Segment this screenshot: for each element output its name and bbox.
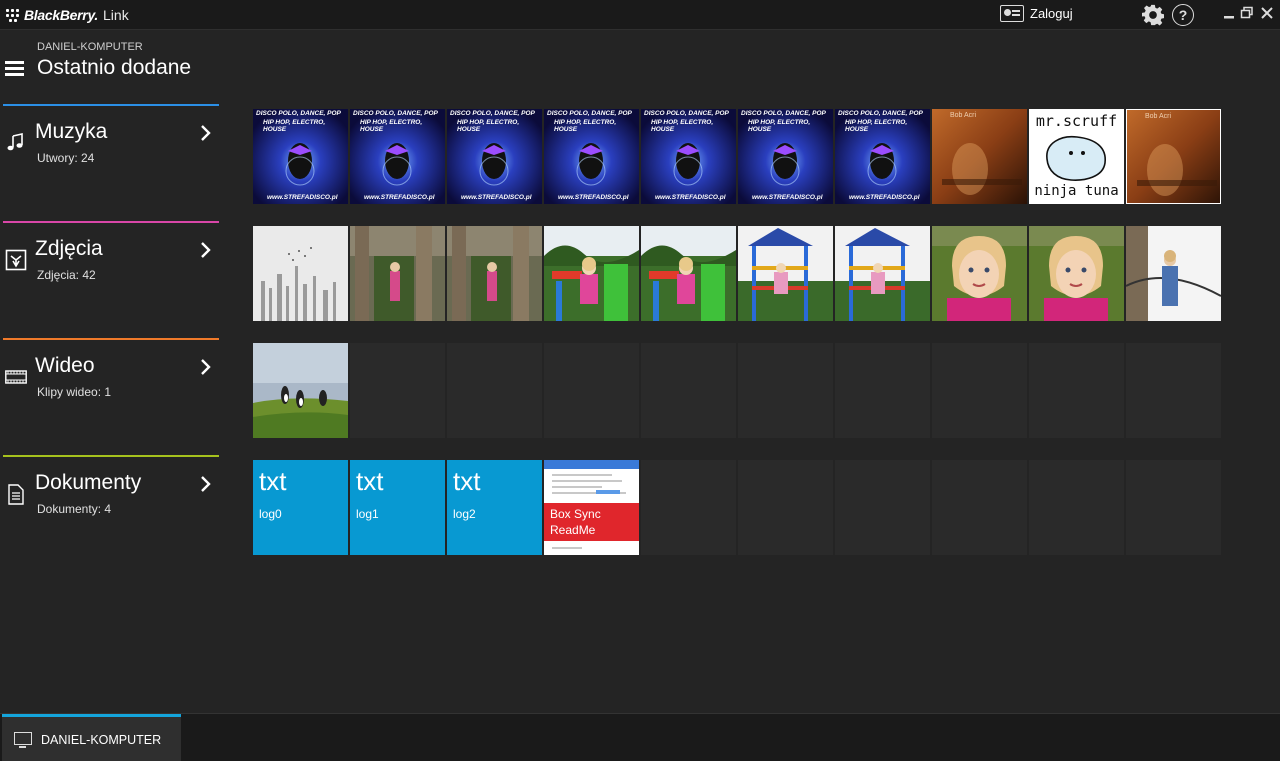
device-name: DANIEL-KOMPUTER [37,41,143,53]
document-icon [8,484,24,505]
photo-thumbnail[interactable] [641,226,736,321]
photo-thumbnail[interactable] [1029,226,1124,321]
category-accent-line [3,221,219,223]
category-music[interactable]: Muzyka Utwory: 24 [3,104,219,194]
album-cover[interactable]: Bob Acri [1126,109,1221,204]
page-title: Ostatnio dodane [37,56,192,79]
chevron-right-icon[interactable] [199,241,213,259]
photo-thumbnail[interactable] [447,226,542,321]
album-cover[interactable]: DISCO POLO, DANCE, POP HIP HOP, ELECTRO,… [738,109,833,204]
photo-icon [5,249,27,271]
brand-name: BlackBerry. [24,7,99,23]
category-videos[interactable]: Wideo Klipy wideo: 1 [3,338,219,428]
gear-icon[interactable] [1142,4,1164,26]
device-bar: DANIEL-KOMPUTER [0,713,1280,761]
photo-thumbnail[interactable] [350,226,445,321]
document-extension: txt [259,466,287,496]
photo-thumbnail[interactable] [932,226,1027,321]
album-cover[interactable]: DISCO POLO, DANCE, POP HIP HOP, ELECTRO,… [253,109,348,204]
empty-slot [835,343,930,438]
chevron-right-icon[interactable] [199,124,213,142]
video-thumbnail[interactable] [253,343,348,438]
empty-slot [738,343,833,438]
document-tile[interactable]: txt log1 [350,460,445,555]
empty-slot [641,343,736,438]
document-tile[interactable]: txt log2 [447,460,542,555]
photo-thumbnail[interactable] [1126,226,1221,321]
music-note-icon [7,133,23,151]
empty-slot [835,460,930,555]
chevron-right-icon[interactable] [199,475,213,493]
document-tile[interactable]: Box Sync ReadMe [544,460,639,555]
product-name: Link [103,7,129,23]
minimize-icon[interactable] [1222,6,1236,20]
title-bar: BlackBerry. Link Zaloguj ? [0,0,1280,30]
document-name: log2 [453,507,476,521]
category-title: Zdjęcia [35,237,103,260]
document-name: Box Sync ReadMe [550,507,601,537]
category-accent-line [3,338,219,340]
category-title: Wideo [35,354,95,377]
album-cover[interactable]: DISCO POLO, DANCE, POP HIP HOP, ELECTRO,… [447,109,542,204]
album-cover[interactable]: Bob Acri [932,109,1027,204]
device-tab[interactable]: DANIEL-KOMPUTER [2,714,181,761]
empty-slot [738,460,833,555]
empty-slot [932,460,1027,555]
device-tab-label: DANIEL-KOMPUTER [41,733,162,747]
category-count: Dokumenty: 4 [37,502,112,516]
empty-slot [641,460,736,555]
document-extension: txt [453,466,481,496]
album-cover[interactable]: DISCO POLO, DANCE, POP HIP HOP, ELECTRO,… [350,109,445,204]
album-cover[interactable]: DISCO POLO, DANCE, POP HIP HOP, ELECTRO,… [544,109,639,204]
document-extension: txt [356,466,384,496]
empty-slot [1126,460,1221,555]
photo-thumbnail[interactable] [544,226,639,321]
film-icon [5,370,27,384]
photo-thumbnail[interactable] [253,226,348,321]
help-icon[interactable]: ? [1172,4,1194,26]
category-title: Dokumenty [35,471,142,494]
monitor-icon [14,732,32,748]
album-cover[interactable]: mr.scruff ninja tuna [1029,109,1124,204]
category-count: Utwory: 24 [37,151,95,165]
album-cover[interactable]: DISCO POLO, DANCE, POP HIP HOP, ELECTRO,… [835,109,930,204]
document-name: log1 [356,507,379,521]
photo-thumbnail[interactable] [835,226,930,321]
app-logo: BlackBerry. Link [6,6,129,24]
category-documents[interactable]: Dokumenty Dokumenty: 4 [3,455,219,545]
category-count: Klipy wideo: 1 [37,385,112,399]
category-photos[interactable]: Zdjęcia Zdjęcia: 42 [3,221,219,311]
hamburger-menu-icon[interactable] [5,60,24,77]
photo-thumbnail[interactable] [738,226,833,321]
login-button[interactable]: Zaloguj [1000,5,1073,22]
empty-slot [932,343,1027,438]
category-accent-line [3,104,219,106]
login-label: Zaloguj [1030,6,1073,21]
empty-slot [350,343,445,438]
blackberry-logo-icon [6,9,20,22]
document-tile[interactable]: txt log0 [253,460,348,555]
category-count: Zdjęcia: 42 [37,268,96,282]
empty-slot [1029,460,1124,555]
chevron-right-icon[interactable] [199,358,213,376]
empty-slot [544,343,639,438]
empty-slot [1029,343,1124,438]
empty-slot [447,343,542,438]
restore-icon[interactable] [1240,6,1254,20]
document-name: log0 [259,507,282,521]
category-title: Muzyka [35,120,108,143]
category-accent-line [3,455,219,457]
album-cover[interactable]: DISCO POLO, DANCE, POP HIP HOP, ELECTRO,… [641,109,736,204]
close-icon[interactable] [1260,6,1274,20]
empty-slot [1126,343,1221,438]
contact-card-icon [1000,5,1024,22]
